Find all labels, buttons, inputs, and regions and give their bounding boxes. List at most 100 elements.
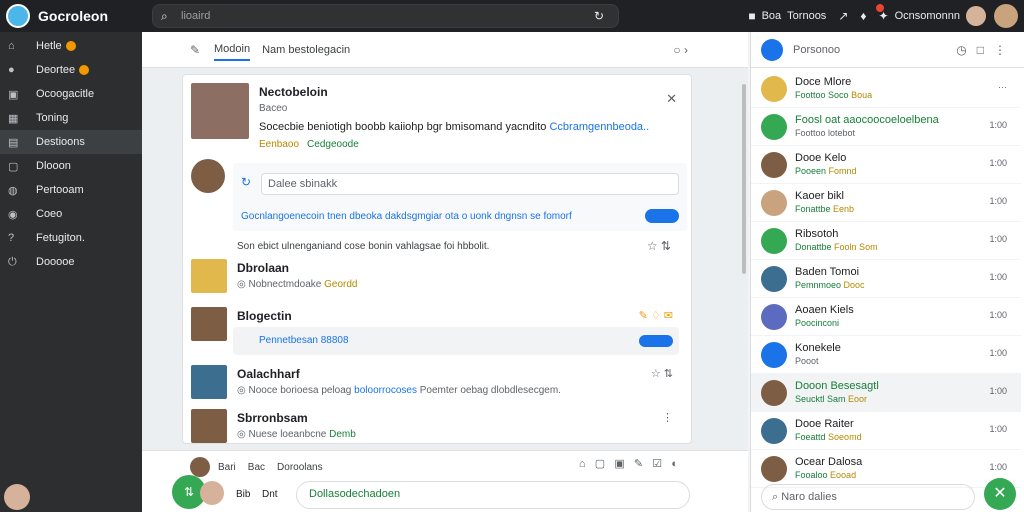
sidebar-item-doc[interactable]: ▢ Dlooon bbox=[0, 154, 142, 178]
app-title: Gocroleon bbox=[38, 8, 109, 24]
user-avatar[interactable] bbox=[966, 6, 986, 26]
more-icon[interactable]: ⋮ bbox=[662, 411, 673, 424]
bottom-avatar bbox=[190, 457, 210, 477]
comment-link[interactable]: Gocnlangoenecoin tnen dbeoka dakdsgmgiar… bbox=[241, 211, 572, 222]
post-text: Socecbie beniotigh boobb kaiiohp bgr bmi… bbox=[259, 121, 650, 133]
app-logo-icon[interactable] bbox=[6, 4, 30, 28]
chat-icon[interactable]: ▣ bbox=[614, 458, 624, 470]
sidebar-item-calendar[interactable]: ▦ Toning bbox=[0, 106, 142, 130]
tab-main[interactable]: Modoin bbox=[214, 39, 251, 61]
row-sub: ◎ Nuese loeanbcne Demb bbox=[237, 429, 356, 440]
contact-item[interactable]: Foosl oat aaocoocoeloelbena Foottoo loteb… bbox=[751, 108, 1021, 146]
emoji-icon[interactable]: ◐ bbox=[671, 458, 678, 470]
post-tags: Eenbaoo Cedgeoode bbox=[259, 139, 359, 150]
contact-item[interactable]: Baden Tomoi Pemnmoeo Dooc 1:00 bbox=[751, 260, 1021, 298]
close-fab[interactable]: ✕ bbox=[984, 478, 1016, 510]
reply-avatar bbox=[200, 481, 224, 505]
alert-badge bbox=[79, 65, 90, 75]
contact-item[interactable]: Konekele Pooot 1:00 bbox=[751, 336, 1021, 374]
list-item[interactable]: Oalachharf ◎ Nooce borioesa peloag boloo… bbox=[191, 365, 685, 405]
row-sub: ◎ Nooce borioesa peloag boloorrocoses Po… bbox=[237, 385, 561, 396]
account-name[interactable]: Ocnsomonnn bbox=[895, 10, 960, 22]
post-title: Nectobeloin bbox=[259, 85, 328, 99]
contact-item[interactable]: Kaoer bikl Fonattbe Eenb 1:00 bbox=[751, 184, 1021, 222]
more-icon[interactable]: ··· bbox=[998, 82, 1007, 92]
search-input[interactable]: lioaird bbox=[181, 10, 594, 22]
list-item[interactable]: Dbrolaan ◎ Nobnectmdoake Geordd bbox=[191, 259, 685, 299]
refresh-icon[interactable]: ↻ bbox=[594, 9, 610, 23]
sidebar-item-user[interactable]: ● Deortee bbox=[0, 58, 142, 82]
post-subtitle: Baceo bbox=[259, 103, 288, 114]
sidebar-item-settings[interactable]: ◉ Coeo bbox=[0, 202, 142, 226]
tag-1[interactable]: Eenbaoo bbox=[259, 139, 299, 150]
row-avatar bbox=[191, 259, 227, 293]
attach-icon[interactable]: ↻ bbox=[241, 175, 251, 189]
contact-avatar bbox=[761, 114, 787, 140]
contact-item[interactable]: Dooe Kelo Pooeen Fomnd 1:00 bbox=[751, 146, 1021, 184]
settings-icon: ◉ bbox=[8, 208, 18, 221]
alert-badge bbox=[65, 41, 76, 51]
star-icon[interactable]: ☆ ⇅ bbox=[651, 367, 673, 380]
search-icon: ⌕ bbox=[772, 491, 779, 503]
phone-icon[interactable] bbox=[761, 38, 783, 61]
post-header: Nectobeloin Baceo Socecbie beniotigh boo… bbox=[191, 83, 685, 157]
post-link[interactable]: Ccbramgennbeoda.. bbox=[549, 121, 649, 133]
contact-avatar bbox=[761, 304, 787, 330]
sidebar-item-logout[interactable]: ⏻ Dooooe bbox=[0, 250, 142, 274]
main-content: ✎ Modoin Nam bestolegacin ○ › Nectobeloi… bbox=[142, 32, 748, 512]
star-icon[interactable]: ☆ ⇅ bbox=[647, 239, 671, 253]
edit-icon[interactable]: ✎ ♢ ✉ bbox=[639, 309, 673, 322]
close-icon[interactable]: ✕ bbox=[666, 91, 677, 107]
contact-item[interactable]: Aoaen Kiels Poocinconi 1:00 bbox=[751, 298, 1021, 336]
profile-avatar[interactable] bbox=[994, 4, 1018, 28]
comment-input[interactable]: Dalee sbinakk bbox=[261, 173, 679, 195]
user-icon: ● bbox=[8, 64, 15, 76]
compose-icon[interactable]: ✎ bbox=[190, 43, 200, 57]
search-bar[interactable]: ⌕ lioaird ↻ bbox=[152, 4, 619, 28]
share-icon[interactable]: ↗ bbox=[838, 9, 848, 23]
list-item[interactable]: Sbrronbsam ◎ Nuese loeanbcne Demb ⋮ bbox=[191, 409, 685, 443]
camera-icon[interactable]: ■ bbox=[748, 9, 755, 23]
edit-icon[interactable]: ✎ bbox=[634, 458, 643, 470]
contact-item[interactable]: Ocear Dalosa Fooaloo Eooad 1:00 bbox=[751, 450, 1021, 488]
top-link-1[interactable]: Boa bbox=[762, 10, 782, 22]
reply-input[interactable]: Dollasodechadoen bbox=[296, 481, 690, 509]
sidebar-item-help[interactable]: ? Fetugiton. bbox=[0, 226, 142, 250]
panel-actions[interactable]: ◷ □ ⋮ bbox=[956, 43, 1006, 57]
contact-avatar bbox=[761, 380, 787, 406]
top-bar: Gocroleon ⌕ lioaird ↻ ■ Boa Tornoos ↗ ♦ … bbox=[0, 0, 1024, 32]
home-icon[interactable]: ⌂ bbox=[579, 458, 586, 470]
sidebar-item-chat[interactable]: ▤ Destioons bbox=[0, 130, 142, 154]
row-sub: ◎ Nobnectmdoake Geordd bbox=[237, 279, 358, 290]
bookmark-icon[interactable]: ▢ bbox=[595, 458, 605, 470]
contact-search-input[interactable]: ⌕ Naro dalies bbox=[761, 484, 975, 510]
contact-item[interactable]: Doce Mlore Foottoo Soco Boua ··· bbox=[751, 70, 1021, 108]
check-icon[interactable]: ☑ bbox=[652, 458, 662, 470]
top-link-2[interactable]: Tornoos bbox=[787, 10, 826, 22]
contact-avatar bbox=[761, 418, 787, 444]
tab-options-icon[interactable]: ○ › bbox=[673, 43, 688, 57]
sidebar-item-home[interactable]: ⌂ Hetle bbox=[0, 34, 142, 58]
help-icon: ? bbox=[8, 232, 15, 244]
scrollbar[interactable] bbox=[742, 84, 746, 274]
row-avatar bbox=[191, 307, 227, 341]
contact-item[interactable]: Ribsotoh Donattbe Fooln Som 1:00 bbox=[751, 222, 1021, 260]
contact-item[interactable]: Dooon Besesagtl Seucktl Sam Eoor 1:00 bbox=[751, 374, 1021, 412]
bottom-meta: Bari Bac Doroolans bbox=[190, 457, 323, 477]
contact-avatar bbox=[761, 342, 787, 368]
bell-icon[interactable]: ♦ bbox=[860, 9, 866, 23]
tag-2[interactable]: Cedgeoode bbox=[307, 139, 359, 150]
feed-card: Nectobeloin Baceo Socecbie beniotigh boo… bbox=[182, 74, 692, 444]
contact-avatar bbox=[761, 456, 787, 482]
sidebar-item-box[interactable]: ▣ Ocoogacitle bbox=[0, 82, 142, 106]
contact-avatar bbox=[761, 190, 787, 216]
bottom-toolbar: ⌂ ▢ ▣ ✎ ☑ ◐ bbox=[579, 457, 678, 470]
contact-item[interactable]: Dooe Raiter Foeattd Soeomd 1:00 bbox=[751, 412, 1021, 450]
doc-icon: ▢ bbox=[8, 160, 19, 173]
sidebar-item-people[interactable]: ◍ Pertooam bbox=[0, 178, 142, 202]
home-icon: ⌂ bbox=[8, 40, 15, 52]
list-item[interactable]: Blogectin Pennetbesan 88808 ✎ ♢ ✉ bbox=[191, 307, 685, 357]
search-icon: ⌕ bbox=[161, 8, 168, 23]
sidebar-avatar[interactable] bbox=[4, 484, 30, 510]
tab-secondary[interactable]: Nam bestolegacin bbox=[262, 40, 350, 60]
